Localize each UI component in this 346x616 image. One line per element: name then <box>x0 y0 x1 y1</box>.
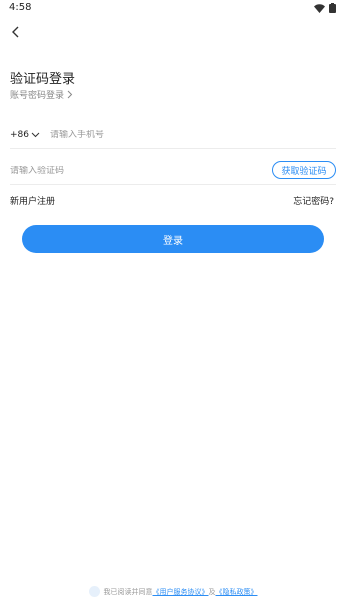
page-title: 验证码登录 <box>10 72 76 87</box>
phone-input[interactable] <box>50 130 290 140</box>
agreement-and: 及 <box>208 587 216 596</box>
terms-link[interactable]: 《用户服务协议》 <box>153 587 209 597</box>
code-row: 获取验证码 <box>10 158 336 185</box>
country-code: +86 <box>10 130 29 140</box>
chevron-down-icon <box>31 132 40 138</box>
forgot-password-link[interactable]: 忘记密码? <box>293 194 334 207</box>
status-icons <box>314 3 336 13</box>
agreement-prefix: 我已阅读并同意 <box>103 587 153 596</box>
privacy-link[interactable]: 《隐私政策》 <box>216 587 258 597</box>
login-button[interactable]: 登录 <box>22 225 324 253</box>
back-button[interactable] <box>8 24 24 40</box>
register-link[interactable]: 新用户注册 <box>10 194 55 207</box>
phone-row: +86 <box>10 122 336 149</box>
get-code-button[interactable]: 获取验证码 <box>272 161 336 179</box>
agreement-checkbox[interactable] <box>88 586 100 597</box>
chevron-left-icon <box>12 26 19 38</box>
status-time: 4:58 <box>9 2 32 13</box>
chevron-right-icon <box>67 90 73 99</box>
password-login-label: 账号密码登录 <box>10 91 65 101</box>
password-login-link[interactable]: 账号密码登录 <box>10 88 73 101</box>
country-code-selector[interactable]: +86 <box>10 130 40 140</box>
agreement: 我已阅读并同意 《用户服务协议》 及 《隐私政策》 <box>0 586 346 597</box>
verification-code-input[interactable] <box>10 166 230 176</box>
status-bar: 4:58 <box>0 0 346 16</box>
wifi-icon <box>314 3 325 13</box>
battery-icon <box>329 3 336 13</box>
